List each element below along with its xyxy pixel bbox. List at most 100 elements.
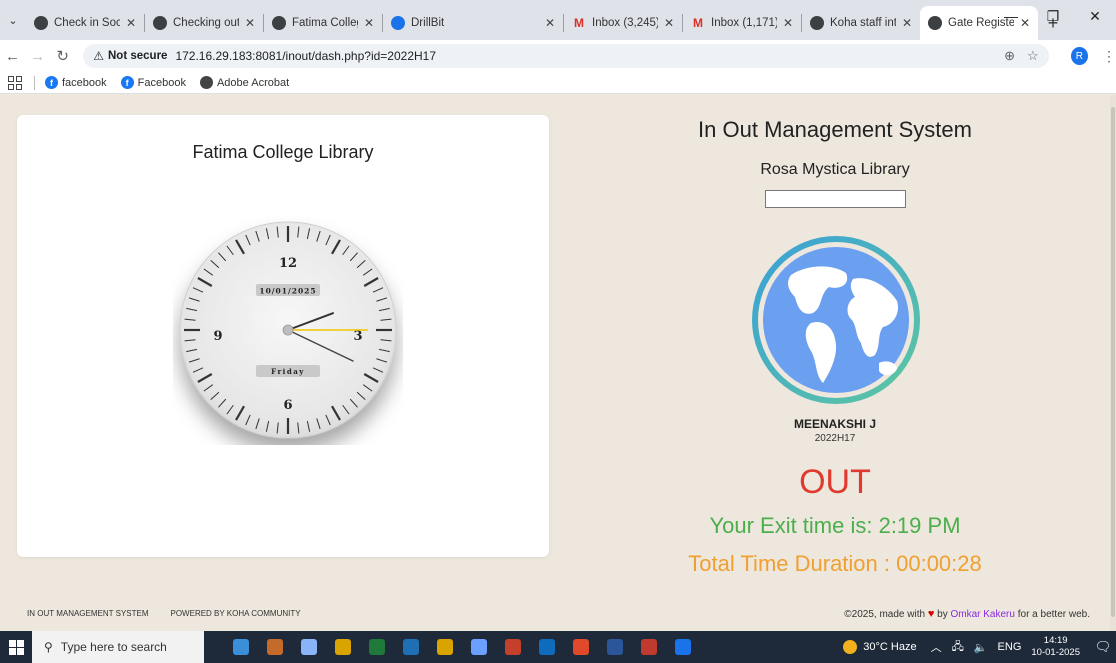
taskbar-app-1[interactable] <box>258 631 292 663</box>
volume-icon[interactable]: 🔈 <box>974 641 988 654</box>
taskbar-app-8[interactable] <box>496 631 530 663</box>
author-link[interactable]: Omkar Kakeru <box>950 609 1014 620</box>
app-icon <box>539 639 555 655</box>
bookmark-label: facebook <box>62 76 107 89</box>
tab-0[interactable]: Check in Socic ✕ <box>26 6 144 40</box>
analog-clock: 10/01/2025 Friday 12 3 6 9 <box>179 221 397 439</box>
tab-5[interactable]: M Inbox (1,171) ✕ <box>683 6 801 40</box>
bookmark-1[interactable]: f Facebook <box>120 76 186 89</box>
bookmark-label: Facebook <box>137 76 186 89</box>
tab-3[interactable]: DrillBit ✕ <box>383 6 563 40</box>
minimize-button[interactable]: — <box>990 0 1032 32</box>
taskbar-app-7[interactable] <box>462 631 496 663</box>
status-panel: In Out Management System Rosa Mystica Li… <box>565 95 1105 631</box>
taskbar-app-0[interactable] <box>224 631 258 663</box>
close-tab-icon[interactable]: ✕ <box>126 16 136 30</box>
close-tab-icon[interactable]: ✕ <box>245 16 255 30</box>
bookmarks-bar: f facebook f Facebook Adobe Acrobat <box>0 72 1116 94</box>
weather-text: 30°C Haze <box>863 641 917 653</box>
taskbar-app-9[interactable] <box>530 631 564 663</box>
taskbar-app-2[interactable] <box>292 631 326 663</box>
app-icon <box>437 639 453 655</box>
tab-6[interactable]: Koha staff inte ✕ <box>802 6 920 40</box>
chevron-down-icon: ⌄ <box>8 14 18 27</box>
bookmark-star-icon[interactable]: ☆ <box>1027 48 1039 64</box>
footer-copyright: ©2025, made with ♥ by Omkar Kakeru for a… <box>844 608 1090 620</box>
app-icon <box>505 639 521 655</box>
app-icon <box>301 639 317 655</box>
zoom-icon[interactable]: ⊕ <box>1004 48 1015 64</box>
numeral-12: 12 <box>279 256 297 271</box>
numeral-9: 9 <box>213 329 222 344</box>
search-icon: ⚲ <box>44 640 53 654</box>
tab-2[interactable]: Fatima College ✕ <box>264 6 382 40</box>
url-text[interactable]: 172.16.29.183:8081/inout/dash.php?id=202… <box>175 49 992 63</box>
tab-1[interactable]: Checking out ✕ <box>145 6 263 40</box>
tab-title: Inbox (1,171) <box>711 17 777 29</box>
clock-card: Fatima College Library 10/01/2025 Friday… <box>17 115 549 557</box>
bookmark-label: Adobe Acrobat <box>216 76 290 89</box>
tab-title: Checking out <box>173 17 239 29</box>
tab-search-button[interactable]: ⌄ <box>0 0 26 40</box>
numeral-3: 3 <box>353 329 362 344</box>
restore-button[interactable]: ❐ <box>1032 0 1074 32</box>
footer-powered-by: POWERED BY KOHA COMMUNITY <box>170 609 301 618</box>
forward-button[interactable]: → <box>25 48 50 65</box>
app-icon <box>403 639 419 655</box>
clock-center-pin <box>282 324 294 336</box>
close-window-button[interactable]: ✕ <box>1074 0 1116 32</box>
scrollbar-thumb[interactable] <box>1111 107 1115 617</box>
taskbar-app-10[interactable] <box>564 631 598 663</box>
heart-icon: ♥ <box>927 608 935 620</box>
tab-title: Inbox (3,245) <box>592 17 658 29</box>
tray-chevron-icon[interactable]: ︿ <box>931 639 942 655</box>
taskbar-app-13[interactable] <box>666 631 700 663</box>
network-icon[interactable]: 🖧 <box>952 638 964 657</box>
taskbar-clock[interactable]: 14:19 10-01-2025 <box>1031 635 1080 659</box>
window-controls: — ❐ ✕ <box>990 0 1116 32</box>
close-tab-icon[interactable]: ✕ <box>664 16 674 30</box>
member-id: 2022H17 <box>814 433 856 444</box>
globe-icon <box>272 16 286 30</box>
notification-icon[interactable]: 🗨 <box>1090 639 1116 655</box>
taskbar-app-4[interactable] <box>360 631 394 663</box>
bookmark-0[interactable]: f facebook <box>45 76 107 89</box>
page-scrollbar[interactable] <box>1110 95 1116 631</box>
bookmark-2[interactable]: Adobe Acrobat <box>199 76 290 89</box>
menu-kebab-icon[interactable]: ⋮ <box>1102 48 1116 65</box>
windows-start-button[interactable] <box>0 631 32 663</box>
browser-toolbar: ← → ↻ ⚠ Not secure 172.16.29.183:8081/in… <box>0 40 1116 72</box>
library-name: Rosa Mystica Library <box>760 161 910 178</box>
tab-4[interactable]: M Inbox (3,245) ✕ <box>564 6 682 40</box>
security-label[interactable]: Not secure <box>108 50 167 62</box>
globe-icon <box>928 16 942 30</box>
tab-title: Koha staff inte <box>830 17 896 29</box>
back-button[interactable]: ← <box>0 48 25 65</box>
taskbar-search-placeholder: Type here to search <box>60 640 167 654</box>
close-tab-icon[interactable]: ✕ <box>364 16 374 30</box>
taskbar-app-3[interactable] <box>326 631 360 663</box>
taskbar-apps <box>224 631 700 663</box>
member-id-input[interactable] <box>765 190 906 208</box>
globe-icon <box>153 16 167 30</box>
taskbar-app-6[interactable] <box>428 631 462 663</box>
tab-title: Fatima College <box>292 17 358 29</box>
taskbar-app-11[interactable] <box>598 631 632 663</box>
taskbar-app-12[interactable] <box>632 631 666 663</box>
gmail-icon: M <box>574 16 584 30</box>
profile-avatar[interactable]: R <box>1070 47 1088 65</box>
app-icon <box>335 639 351 655</box>
close-tab-icon[interactable]: ✕ <box>902 16 912 30</box>
reload-button[interactable]: ↻ <box>50 47 75 65</box>
copyright-suffix: for a better web. <box>1017 609 1090 620</box>
facebook-icon: f <box>120 76 134 89</box>
apps-grid-icon[interactable] <box>8 75 22 90</box>
close-tab-icon[interactable]: ✕ <box>545 16 555 30</box>
language-indicator[interactable]: ENG <box>998 641 1022 653</box>
taskbar-search[interactable]: ⚲ Type here to search <box>32 631 204 663</box>
weather-widget[interactable]: 30°C Haze <box>843 640 917 654</box>
address-bar[interactable]: ⚠ Not secure 172.16.29.183:8081/inout/da… <box>83 44 1049 68</box>
taskbar-app-5[interactable] <box>394 631 428 663</box>
app-icon <box>675 639 691 655</box>
close-tab-icon[interactable]: ✕ <box>783 16 793 30</box>
